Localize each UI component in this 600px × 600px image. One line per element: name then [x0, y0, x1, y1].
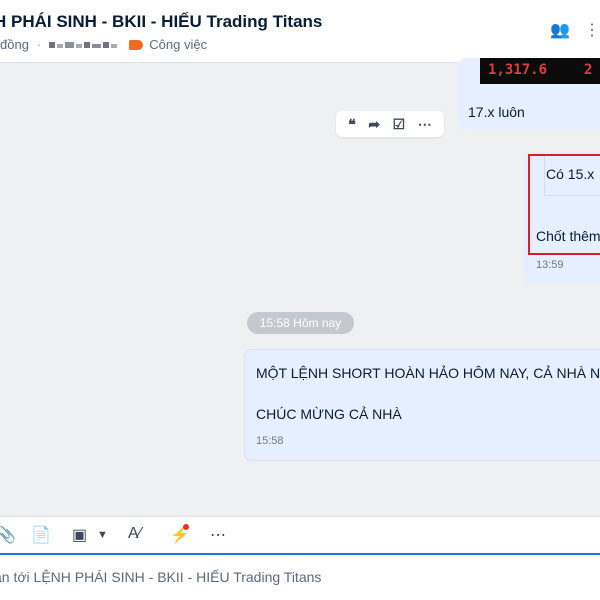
conversation-title[interactable]: H PHÁI SINH - BKII - HIẾU Trading Titans — [0, 12, 322, 32]
todo-icon[interactable]: ☑ — [393, 116, 406, 133]
label-tag[interactable]: Công việc — [149, 37, 207, 52]
label-tag-icon — [129, 39, 144, 50]
message-bubble[interactable]: MỘT LỆNH SHORT HOÀN HẢO HÔM NAY, CẢ NHÀ … — [244, 349, 600, 461]
screenshot-icon[interactable]: ▣ — [72, 525, 87, 545]
message-time: 13:59 — [536, 259, 564, 271]
more-icon[interactable]: ⋮ — [584, 20, 600, 40]
text-format-icon[interactable]: A∕ — [128, 525, 141, 543]
dropdown-icon[interactable]: ▼ — [97, 529, 108, 541]
chat-header: H PHÁI SINH - BKII - HIẾU Trading Titans… — [0, 0, 600, 63]
message-text: CHÚC MỪNG CẢ NHÀ — [256, 406, 402, 422]
more-icon[interactable]: ⋯ — [210, 525, 226, 545]
composer-toolbar: 📎 📄 ▣ ▼ A∕ ⚡ ⋯ — [0, 516, 600, 554]
conversation-subtitle: đồng · Công việc — [0, 37, 207, 52]
blurred-members — [49, 41, 118, 48]
message-actions: ❝ ➦ ☑ ⋯ — [336, 111, 444, 137]
message-time: 15:58 — [256, 435, 284, 447]
more-icon[interactable]: ⋯ — [418, 116, 432, 133]
separator: · — [36, 37, 42, 52]
message-text: 17.x luôn — [468, 104, 525, 120]
image-value: 2 — [584, 62, 593, 78]
screenshot-image[interactable]: 1,317.6 2 — [480, 58, 600, 84]
quote-icon[interactable]: ❝ — [348, 116, 356, 133]
image-value: 1,317.6 — [488, 62, 548, 78]
contact-card-icon[interactable]: 📄 — [31, 525, 51, 545]
message-text: MỘT LỆNH SHORT HOÀN HẢO HÔM NAY, CẢ NHÀ … — [256, 365, 600, 381]
input-placeholder: ắn tới LỆNH PHÁI SINH - BKII - HIẾU Trad… — [0, 569, 322, 585]
highlight-box — [528, 154, 600, 255]
header-actions: 👥 ⋮ — [550, 20, 600, 40]
member-status: đồng — [0, 37, 29, 52]
notification-dot — [183, 524, 189, 530]
message-input[interactable]: ắn tới LỆNH PHÁI SINH - BKII - HIẾU Trad… — [0, 555, 600, 600]
message-bubble[interactable]: 1,317.6 2 17.x luôn — [458, 58, 600, 130]
day-separator: 15:58 Hôm nay — [247, 312, 354, 334]
attach-icon[interactable]: 📎 — [0, 525, 16, 545]
forward-icon[interactable]: ➦ — [368, 116, 380, 133]
add-member-icon[interactable]: 👥 — [550, 20, 570, 40]
